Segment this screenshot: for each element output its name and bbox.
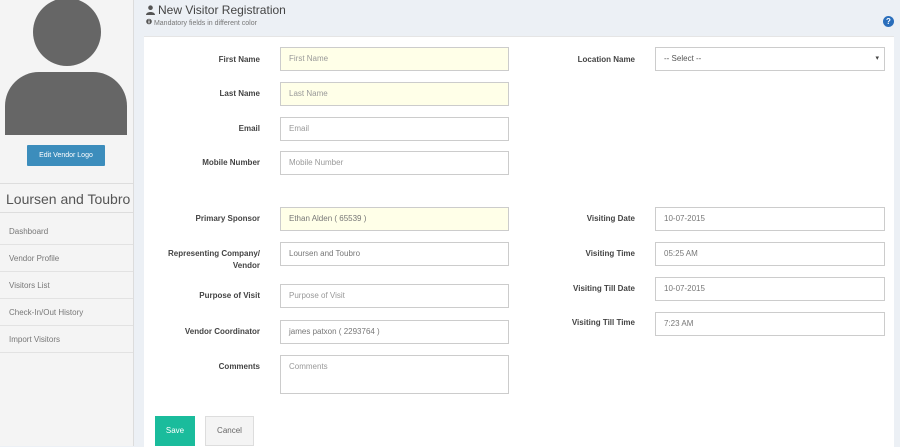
page-subtitle: Mandatory fields in different color bbox=[146, 18, 257, 27]
last-name-input[interactable]: Last Name bbox=[280, 82, 509, 106]
first-name-label: First Name bbox=[218, 55, 260, 64]
sidebar: Edit Vendor Logo Loursen and Toubro Dash… bbox=[0, 0, 134, 446]
location-select[interactable]: -- Select -- ▾ bbox=[655, 47, 885, 71]
visiting-till-time-label: Visiting Till Time bbox=[571, 318, 635, 327]
sidebar-item-vendor-profile[interactable]: Vendor Profile bbox=[0, 245, 133, 272]
vendor-name: Loursen and Toubro bbox=[0, 183, 133, 213]
visiting-till-date-label: Visiting Till Date bbox=[573, 284, 635, 293]
visiting-till-time-input[interactable]: 7:23 AM bbox=[655, 312, 885, 336]
visiting-date-label: Visiting Date bbox=[586, 214, 635, 223]
primary-sponsor-input[interactable]: Ethan Alden ( 65539 ) bbox=[280, 207, 509, 231]
comments-textarea[interactable]: Comments bbox=[280, 355, 509, 394]
sidebar-item-import-visitors[interactable]: Import Visitors bbox=[0, 326, 133, 353]
edit-vendor-logo-button[interactable]: Edit Vendor Logo bbox=[27, 145, 105, 166]
visiting-date-input[interactable]: 10-07-2015 bbox=[655, 207, 885, 231]
location-select-value: -- Select -- bbox=[664, 54, 702, 63]
email-input[interactable]: Email bbox=[280, 117, 509, 141]
page-subtitle-text: Mandatory fields in different color bbox=[153, 20, 257, 27]
purpose-of-visit-input[interactable]: Purpose of Visit bbox=[280, 284, 509, 308]
help-icon[interactable]: ? bbox=[883, 16, 894, 27]
representing-company-label-line1: Representing Company/ bbox=[167, 249, 260, 258]
comments-label: Comments bbox=[218, 362, 260, 371]
vendor-coordinator-input[interactable]: james patxon ( 2293764 ) bbox=[280, 320, 509, 344]
avatar-head bbox=[33, 0, 101, 66]
purpose-of-visit-label: Purpose of Visit bbox=[199, 291, 260, 300]
save-button[interactable]: Save bbox=[155, 416, 195, 446]
representing-company-label: Representing Company/ Vendor bbox=[145, 248, 260, 272]
visiting-time-label: Visiting Time bbox=[585, 249, 636, 258]
visiting-time-input[interactable]: 05:25 AM bbox=[655, 242, 885, 266]
page-title-text: New Visitor Registration bbox=[158, 3, 286, 17]
email-label: Email bbox=[238, 124, 260, 133]
mobile-number-input[interactable]: Mobile Number bbox=[280, 151, 509, 175]
representing-company-label-line2: Vendor bbox=[232, 261, 260, 270]
first-name-input[interactable]: First Name bbox=[280, 47, 509, 71]
visiting-till-date-input[interactable]: 10-07-2015 bbox=[655, 277, 885, 301]
representing-company-input[interactable]: Loursen and Toubro bbox=[280, 242, 509, 266]
last-name-label: Last Name bbox=[219, 89, 260, 98]
avatar-body bbox=[5, 72, 127, 135]
sidebar-item-dashboard[interactable]: Dashboard bbox=[0, 218, 133, 245]
chevron-down-icon: ▾ bbox=[875, 55, 879, 62]
cancel-button[interactable]: Cancel bbox=[205, 416, 254, 446]
primary-sponsor-label: Primary Sponsor bbox=[195, 214, 260, 223]
avatar bbox=[5, 0, 127, 135]
sidebar-item-check-in-out-history[interactable]: Check-In/Out History bbox=[0, 299, 133, 326]
user-icon bbox=[146, 4, 155, 18]
vendor-coordinator-label: Vendor Coordinator bbox=[184, 327, 260, 336]
page-title: New Visitor Registration bbox=[146, 3, 286, 18]
mobile-number-label: Mobile Number bbox=[202, 158, 260, 167]
sidebar-item-visitors-list[interactable]: Visitors List bbox=[0, 272, 133, 299]
sidebar-menu: Dashboard Vendor Profile Visitors List C… bbox=[0, 218, 133, 353]
info-icon bbox=[146, 18, 154, 27]
location-name-label: Location Name bbox=[577, 55, 635, 64]
